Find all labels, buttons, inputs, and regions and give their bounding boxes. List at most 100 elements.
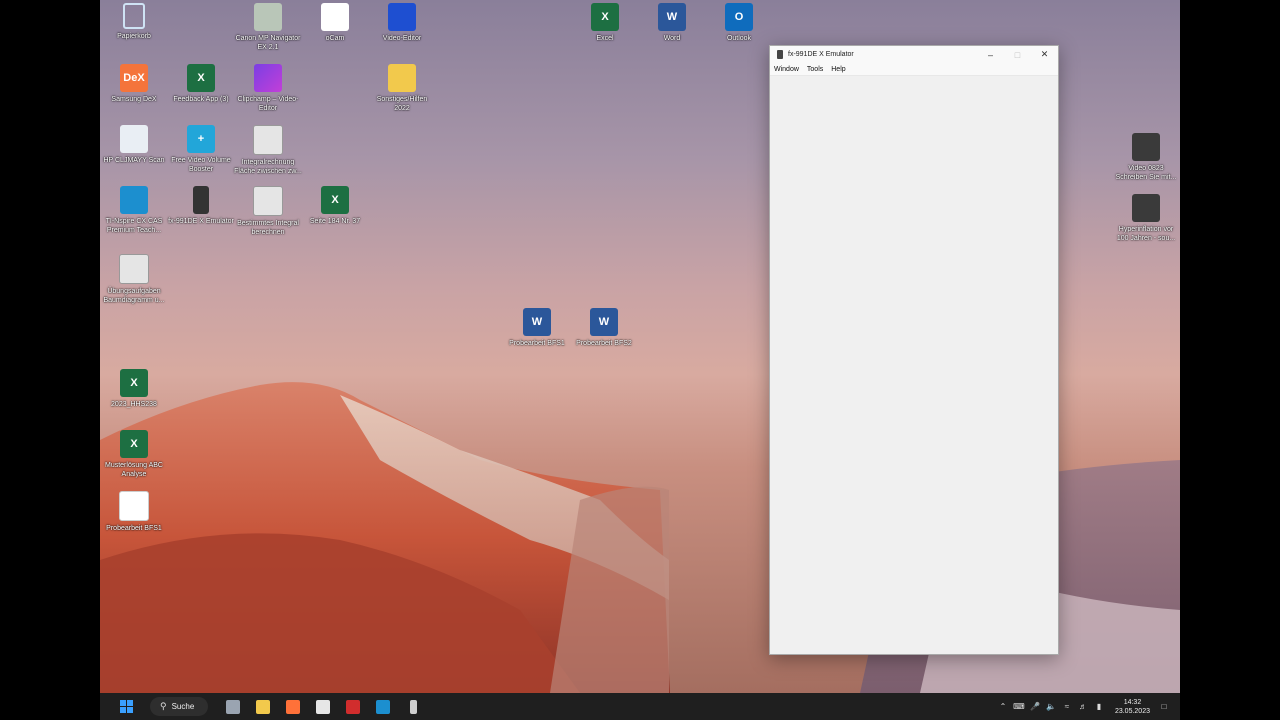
system-tray: ⌃ ⌨ 🎤 🔈 ≈ ♬ ▮ 14:32 23.05.2023 □ (995, 693, 1180, 720)
search-label: Suche (171, 702, 195, 711)
desktop-icon[interactable]: o oCam (301, 3, 369, 43)
desktop-icon-label: HP CLJMAYY Scan (103, 157, 165, 164)
desktop-icon[interactable]: W Probearbeit BFS2 (570, 308, 638, 348)
chevron-up-icon[interactable]: ⌃ (995, 702, 1011, 711)
calculator-icon (777, 50, 783, 59)
speaker-volume-icon[interactable]: ♬ (1075, 702, 1091, 711)
outlook-icon: O (725, 3, 753, 31)
menu-tools[interactable]: Tools (803, 66, 827, 73)
desktop-icon-label: Seite 184 Nr. 37 (309, 218, 361, 225)
word-icon: W (590, 308, 618, 336)
excel-icon: X (187, 64, 215, 92)
desktop-icon-label: Free Video Volume Booster (171, 157, 231, 173)
desktop-icon[interactable]: W Probearbeit BFS1 (503, 308, 571, 348)
pdf-icon: PDF (119, 491, 149, 521)
clip-icon (254, 64, 282, 92)
clock-time: 14:32 (1123, 698, 1142, 706)
desktop-icon[interactable]: W Word (638, 3, 706, 43)
desktop-icon[interactable]: TI-Nspire CX CAS Premium Teach... (100, 186, 168, 235)
desktop-icon-label: Bestimmtes Integral berechnen (237, 220, 299, 236)
window-titlebar[interactable]: fx-991DE X Emulator – □ ✕ (770, 46, 1058, 63)
microphone-icon[interactable]: 🎤 (1027, 702, 1043, 711)
desktop-icon[interactable]: X Feedback App (3) (167, 64, 235, 104)
taskbar-acrobat[interactable] (338, 693, 368, 720)
ocam-icon: o (321, 3, 349, 31)
desktop-icon[interactable]: X 2023_HHS238 (100, 369, 168, 409)
maximize-button[interactable]: □ (1004, 46, 1031, 63)
excel-icon: X (591, 3, 619, 31)
minimize-button[interactable]: – (977, 46, 1004, 63)
taskbar-task-view[interactable] (218, 693, 248, 720)
menu-help[interactable]: Help (827, 66, 849, 73)
taskbar-photo-app[interactable] (308, 693, 338, 720)
desktop-icon[interactable]: HP CLJMAYY Scan (100, 125, 168, 165)
keyboard-icon[interactable]: ⌨ (1011, 702, 1027, 711)
desktop-icon-label: Canon MP Navigator EX 2.1 (235, 35, 301, 51)
desktop-icon-label: Video-Editor (382, 35, 422, 42)
desktop-icon[interactable]: Sonstiges/Hilfen 2022 (368, 64, 436, 113)
desktop-icon[interactable]: O Outlook (705, 3, 773, 43)
calc-icon (193, 186, 209, 214)
wifi-icon[interactable]: ≈ (1059, 702, 1075, 711)
start-button[interactable] (108, 693, 144, 720)
desktop-icon[interactable]: Bestimmtes Integral berechnen (234, 186, 302, 237)
filmdark-icon (1132, 133, 1160, 161)
firefox-icon (286, 699, 300, 714)
filmdark-icon (1132, 194, 1160, 222)
windows-icon (119, 700, 133, 713)
desktop-icon[interactable]: X Seite 184 Nr. 37 (301, 186, 369, 226)
taskbar-apps (218, 693, 428, 720)
desktop-icon-label: Clipchamp – Video-Editor (237, 96, 299, 112)
search-box[interactable]: ⚲ Suche (150, 697, 208, 716)
battery-icon[interactable]: ▮ (1091, 702, 1107, 711)
desktop-icon-label: Sonstiges/Hilfen 2022 (376, 96, 428, 112)
desktop-icon[interactable]: fx-991DE X Emulator (167, 186, 235, 226)
desktop-icon[interactable]: X Musterlösung ABC Analyse (100, 430, 168, 479)
notification-icon[interactable]: □ (1156, 702, 1172, 711)
desktop-icon-label: Hyperinflation vor 100 Jahren - sou... (1116, 226, 1176, 242)
taskbar-fx-emulator[interactable] (398, 693, 428, 720)
search-icon: ⚲ (160, 701, 167, 711)
desktop-icon-label: Probearbeit BFS1 (106, 525, 162, 532)
video-icon (388, 3, 416, 31)
emulator-client-area[interactable] (770, 76, 1058, 654)
desktop-icon-label: Musterlösung ABC Analyse (105, 462, 163, 478)
fx-emulator-icon (409, 699, 417, 714)
desktop-icon[interactable]: + Free Video Volume Booster (167, 125, 235, 174)
close-button[interactable]: ✕ (1031, 46, 1058, 63)
desktop-icon[interactable]: PDF Probearbeit BFS1 (100, 491, 168, 533)
excel-icon: X (120, 430, 148, 458)
word-icon: W (523, 308, 551, 336)
clock[interactable]: 14:32 23.05.2023 (1115, 698, 1150, 716)
desktop-icon-label: Probearbeit BFS2 (576, 340, 632, 347)
taskbar: ⚲ Suche ⌃ ⌨ 🎤 🔈 ≈ ♬ ▮ 14:32 23.05.2023 □ (100, 693, 1180, 720)
desktop-icon[interactable]: DeX Samsung DeX (100, 64, 168, 104)
desktop-icon[interactable]: Clipchamp – Video-Editor (234, 64, 302, 113)
desktop-icon[interactable]: Video-Editor (368, 3, 436, 43)
emulator-window[interactable]: fx-991DE X Emulator – □ ✕ Window Tools H… (769, 45, 1059, 655)
ti-icon (120, 186, 148, 214)
desktop-icon-label: Outlook (726, 35, 752, 42)
desktop-icon[interactable]: Video 0823 Schreiben Sie mit... (1112, 133, 1180, 182)
desktop-icon[interactable]: Papierkorb (100, 3, 168, 41)
free-icon: + (187, 125, 215, 153)
taskbar-ti-nspire[interactable] (368, 693, 398, 720)
desktop-icon[interactable]: Hyperinflation vor 100 Jahren - sou... (1112, 194, 1180, 243)
film-icon (253, 186, 283, 216)
desktop-icon-label: Excel (596, 35, 614, 42)
desktop-icon-label: Probearbeit BFS1 (509, 340, 565, 347)
hp-icon (120, 125, 148, 153)
menu-window[interactable]: Window (770, 66, 803, 73)
menu-bar: Window Tools Help (770, 63, 1058, 76)
desktop-icon[interactable]: Übungsaufgaben Baumdiagramm u... (100, 254, 168, 305)
ti-nspire-icon (376, 699, 390, 714)
file-explorer-icon (256, 699, 270, 714)
speaker-icon[interactable]: 🔈 (1043, 702, 1059, 711)
desktop-icon[interactable]: Integralrechnung Fläche zwischen zw... (234, 125, 302, 176)
desktop-icon[interactable]: Canon MP Navigator EX 2.1 (234, 3, 302, 52)
word-icon: W (658, 3, 686, 31)
taskbar-firefox[interactable] (278, 693, 308, 720)
photo-app-icon (316, 699, 330, 714)
desktop-icon[interactable]: X Excel (571, 3, 639, 43)
taskbar-file-explorer[interactable] (248, 693, 278, 720)
